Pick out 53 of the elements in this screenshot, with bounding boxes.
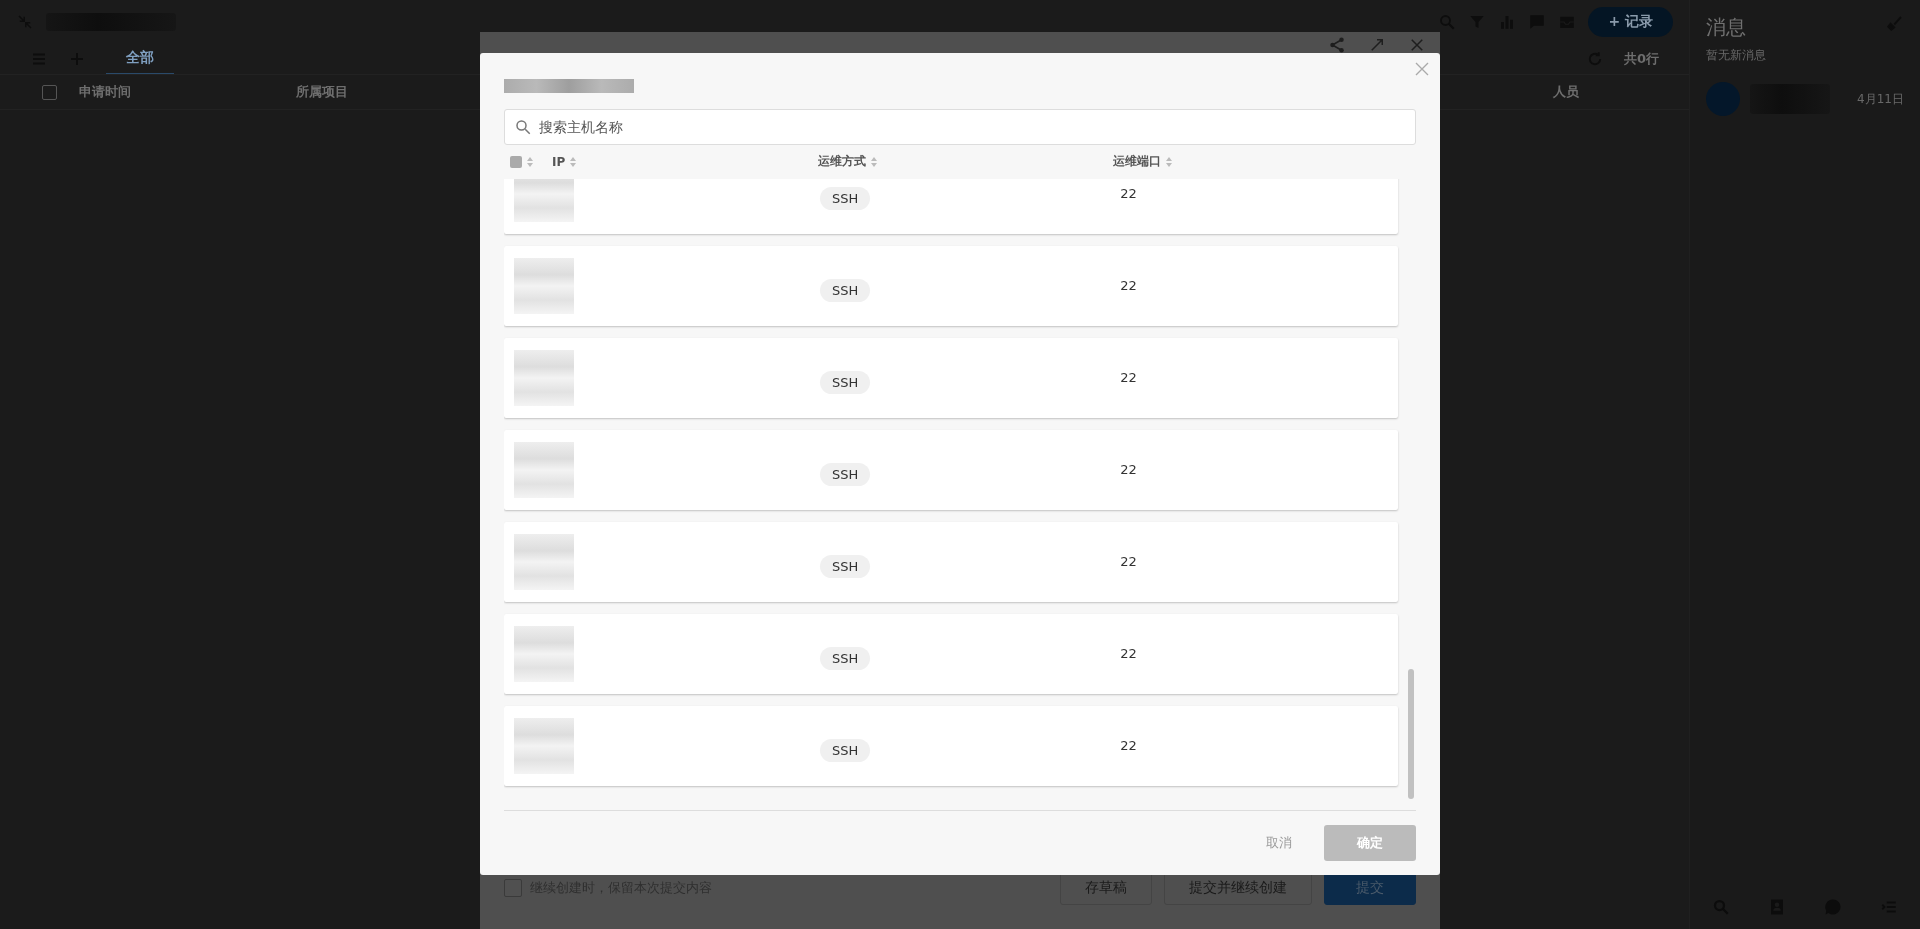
column-header[interactable]: 运维方式 bbox=[818, 153, 866, 171]
host-row[interactable]: SSH 22 bbox=[504, 337, 1398, 418]
port-value: 22 bbox=[1120, 186, 1137, 202]
protocol-tag: SSH bbox=[820, 371, 871, 395]
port-value: 22 bbox=[1120, 278, 1137, 294]
host-row[interactable]: SSH 22 bbox=[504, 613, 1398, 694]
protocol-tag: SSH bbox=[820, 187, 871, 211]
port-value: 22 bbox=[1120, 554, 1137, 570]
port-value: 22 bbox=[1120, 462, 1137, 478]
redacted-host bbox=[514, 533, 574, 590]
column-header[interactable]: IP bbox=[552, 154, 566, 169]
column-header: 人员 bbox=[1553, 83, 1579, 101]
host-row[interactable]: SSH 22 bbox=[504, 178, 1398, 234]
sort-icon[interactable] bbox=[870, 155, 878, 168]
column-header: 申请时间 bbox=[79, 83, 132, 101]
select-all-checkbox[interactable] bbox=[42, 84, 57, 100]
sort-icon[interactable] bbox=[526, 155, 534, 168]
add-record-button[interactable]: + 记录 bbox=[1588, 7, 1673, 37]
redacted-host bbox=[514, 178, 574, 222]
redacted-host bbox=[514, 441, 574, 498]
share-icon[interactable] bbox=[1328, 36, 1346, 54]
row-count: 共0行 bbox=[1623, 50, 1659, 68]
message-date: 4月11日 bbox=[1857, 90, 1904, 108]
port-value: 22 bbox=[1120, 370, 1137, 386]
scrollbar-thumb[interactable] bbox=[1408, 668, 1414, 799]
empty-note: 暂无新消息 bbox=[1706, 47, 1767, 64]
column-type-icon bbox=[510, 155, 522, 168]
host-row[interactable]: SSH 22 bbox=[504, 429, 1398, 510]
port-value: 22 bbox=[1120, 646, 1137, 662]
redacted-host bbox=[514, 625, 574, 682]
close-icon[interactable] bbox=[1408, 36, 1426, 54]
port-value: 22 bbox=[1120, 738, 1137, 754]
redacted-host bbox=[514, 349, 574, 406]
redacted-host bbox=[514, 717, 574, 774]
sort-icon[interactable] bbox=[569, 155, 578, 168]
column-header: 所属项目 bbox=[296, 83, 349, 101]
search-field[interactable]: 搜索主机名称 bbox=[504, 108, 1416, 145]
host-row[interactable]: SSH 22 bbox=[504, 705, 1398, 786]
search-icon bbox=[514, 117, 532, 136]
panel-title: 消息 bbox=[1706, 14, 1746, 41]
host-row[interactable]: SSH 22 bbox=[504, 521, 1398, 602]
protocol-tag: SSH bbox=[820, 647, 871, 671]
protocol-tag: SSH bbox=[820, 739, 871, 763]
view-tab[interactable]: 全部 bbox=[106, 43, 174, 75]
expand-icon[interactable] bbox=[1368, 36, 1386, 54]
protocol-tag: SSH bbox=[820, 463, 871, 487]
redacted-host bbox=[514, 257, 574, 314]
host-row[interactable]: SSH 22 bbox=[504, 245, 1398, 326]
search-icon[interactable] bbox=[1438, 13, 1457, 31]
protocol-tag: SSH bbox=[820, 555, 871, 579]
protocol-tag: SSH bbox=[820, 279, 871, 303]
sort-icon[interactable] bbox=[1165, 155, 1173, 168]
column-header[interactable]: 运维端口 bbox=[1113, 153, 1161, 171]
